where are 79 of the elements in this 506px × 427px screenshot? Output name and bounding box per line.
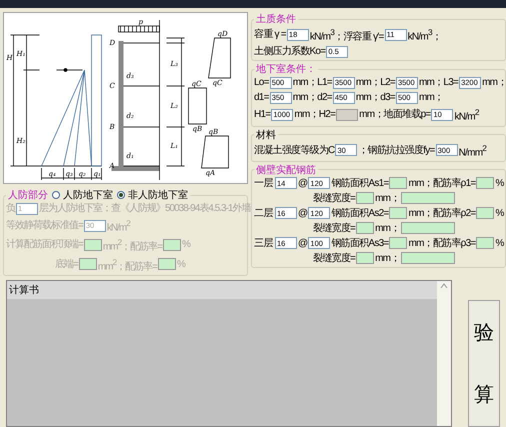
result-field xyxy=(400,192,455,204)
field-label: mm；配筋率ρ1= xyxy=(408,176,476,190)
field-label: 等效静荷载标准值= xyxy=(6,219,83,232)
field-label: kN/m$^{2}$ xyxy=(454,106,479,124)
field-label: 土侧压力系数Ko= xyxy=(254,45,326,58)
field-label: mm；d3= xyxy=(356,91,395,104)
result-field xyxy=(389,177,408,190)
field-label: 底端= xyxy=(55,258,78,271)
result-field xyxy=(356,252,374,264)
field-label: mm； xyxy=(375,252,400,265)
result-field xyxy=(163,238,181,251)
field-label: 计算配筋面积顶端= xyxy=(6,238,83,252)
field-label: 钢筋面积As2= xyxy=(331,206,388,220)
group-title: 土质条件 xyxy=(256,12,296,26)
result-field xyxy=(476,237,494,250)
result-field xyxy=(389,207,408,220)
result-field xyxy=(356,192,374,204)
field-label: mm；L2= xyxy=(356,76,395,90)
field-label: % xyxy=(495,236,504,250)
field-label: % xyxy=(495,176,504,190)
result-field xyxy=(476,207,494,220)
field-label: mm；配筋率ρ3= xyxy=(408,236,476,250)
field-label: @ xyxy=(298,206,308,220)
field-label: 容重 γ = xyxy=(254,28,286,42)
radio-label: 人防地下室 xyxy=(63,188,113,202)
result-field xyxy=(78,258,97,270)
report-area[interactable]: 计算书 xyxy=(6,280,452,427)
radio-label: 非人防地下室 xyxy=(128,188,188,202)
scroll-bar[interactable] xyxy=(437,280,451,426)
field-label: mm；d2= xyxy=(292,91,332,104)
field-label: mm； xyxy=(375,222,400,235)
field-label: @ xyxy=(298,176,308,190)
report-title: 计算书 xyxy=(7,280,437,299)
field-label: mm；配筋率ρ2= xyxy=(408,206,476,220)
field-label: % xyxy=(177,258,185,271)
field-label: @ xyxy=(298,236,308,250)
result-field xyxy=(476,177,494,190)
field-label: 混凝土强度等级为C xyxy=(254,144,334,157)
group-title: 人防部分 xyxy=(8,188,48,202)
field-label: 裂缝宽度= xyxy=(313,192,356,205)
field-label: mm； xyxy=(482,76,506,90)
floor-label: 一层 xyxy=(254,176,274,190)
field-label: ；钢筋抗拉强度fy= xyxy=(358,144,435,157)
field-label: mm； xyxy=(418,91,444,104)
result-field xyxy=(158,258,176,270)
field-label: mm； xyxy=(375,192,400,205)
field-label: H1= xyxy=(254,108,270,122)
field-label: kN/m$^{2}$ xyxy=(106,217,130,234)
field-label: N/mm$^{2}$ xyxy=(458,142,486,159)
field-label: % xyxy=(495,206,504,220)
field-label: mm；L1= xyxy=(292,76,332,90)
field-label: 裂缝宽度= xyxy=(313,222,356,235)
field-label: d1= xyxy=(254,91,269,104)
group-title: 侧壁实配钢筋 xyxy=(256,164,316,177)
field-label: Lo= xyxy=(254,76,269,90)
floor-label: 二层 xyxy=(254,206,274,220)
result-field xyxy=(356,222,374,234)
field-label: mm；L3= xyxy=(418,76,458,90)
result-field xyxy=(400,222,455,234)
field-label: kN/m$^{3}$；浮容重 γ′= xyxy=(310,26,384,44)
result-field xyxy=(400,252,455,264)
field-label: 钢筋面积As1= xyxy=(331,176,388,190)
field-label: 钢筋面积As3= xyxy=(331,236,388,250)
field-label: mm$^{2}$；配筋率= xyxy=(102,236,162,254)
field-label: mm$^{2}$；配筋率= xyxy=(98,256,157,273)
floor-label: 三层 xyxy=(254,236,274,250)
group-title: 地下室条件： xyxy=(256,62,316,76)
field-label: 层为人防地下室；查《人防规》50038-94表4.5.3-1外墙 xyxy=(39,202,250,215)
field-label: mm；H2= xyxy=(294,108,336,122)
result-field xyxy=(389,237,408,250)
result-field xyxy=(84,238,102,251)
group-title: 材料 xyxy=(256,128,276,142)
field-label: kN/m$^{3}$； xyxy=(408,26,442,44)
field-label: % xyxy=(182,238,190,252)
field-label: 裂缝宽度= xyxy=(313,252,356,265)
field-label: mm；地面堆载p= xyxy=(359,108,430,122)
disabled-input-field xyxy=(336,108,358,121)
field-label: 负 xyxy=(6,202,15,215)
calculate-button[interactable]: 验 算 xyxy=(468,300,500,427)
